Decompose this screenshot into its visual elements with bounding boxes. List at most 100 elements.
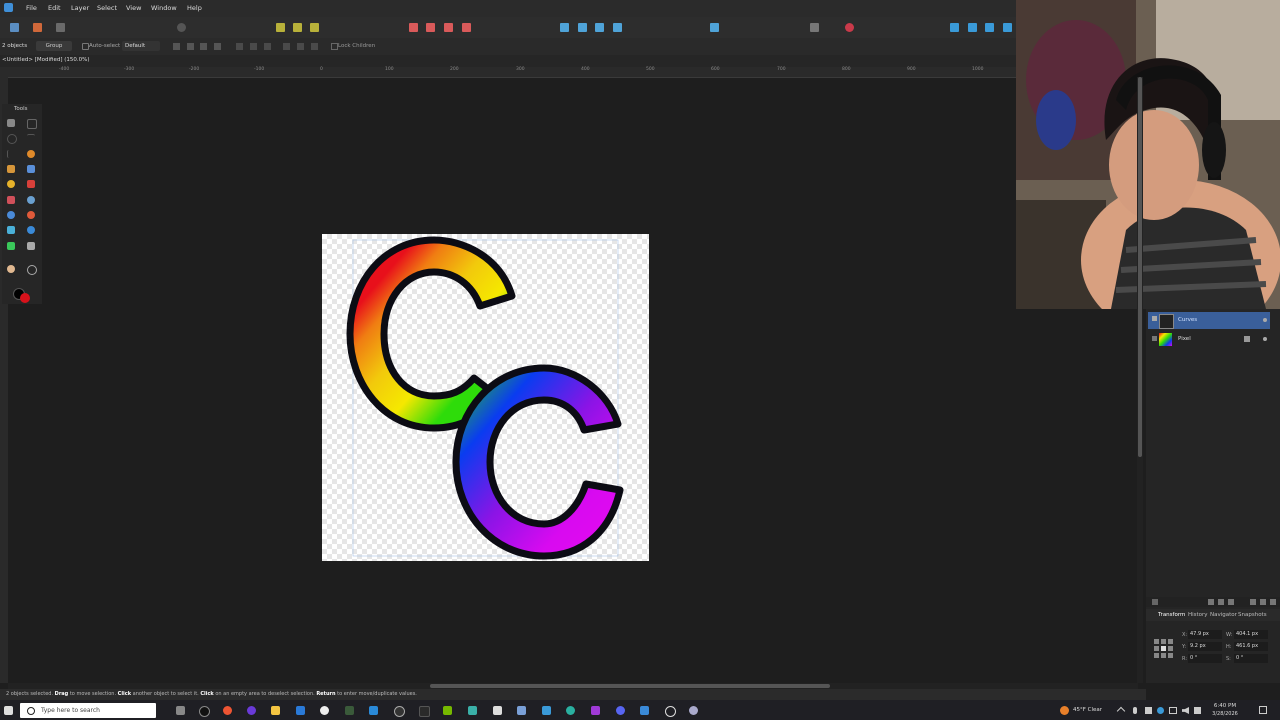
app-icon-teal[interactable]	[468, 706, 477, 715]
menu-edit[interactable]: Edit	[48, 4, 61, 12]
merge-icon[interactable]	[1260, 599, 1266, 605]
clone-tool-icon[interactable]	[7, 226, 15, 234]
clock-time[interactable]: 6:40 PM	[1209, 703, 1241, 709]
calculator-icon[interactable]	[517, 706, 526, 715]
align-right-icon[interactable]	[264, 43, 271, 50]
align-left-icon[interactable]	[236, 43, 243, 50]
align-top-icon[interactable]	[283, 43, 290, 50]
browser-icon[interactable]	[223, 706, 232, 715]
transform-shear-field[interactable]: 0 °	[1234, 654, 1268, 663]
photo-app-icon[interactable]	[591, 706, 600, 715]
transform-y-field[interactable]: 9.2 px	[1188, 642, 1222, 651]
magic-wand-icon[interactable]	[27, 165, 35, 173]
pen-tool-icon[interactable]	[7, 242, 15, 250]
burn-tool-icon[interactable]	[27, 211, 35, 219]
flood-fill-icon[interactable]	[7, 180, 15, 188]
transform-x-field[interactable]: 47.9 px	[1188, 630, 1222, 639]
lasso-tool-icon[interactable]	[27, 150, 35, 158]
task-view-icon[interactable]	[176, 706, 185, 715]
document-canvas[interactable]	[322, 234, 649, 561]
battery-icon[interactable]	[1194, 707, 1201, 714]
layer-row-pixel[interactable]: Pixel	[1148, 331, 1270, 348]
store-icon[interactable]	[369, 706, 378, 715]
pixel-persona-icon[interactable]	[33, 23, 42, 32]
arrange-front-icon[interactable]	[950, 23, 959, 32]
microphone-icon[interactable]	[1133, 707, 1137, 714]
app-icon-light[interactable]	[493, 706, 502, 715]
weather-text[interactable]: 45°F Clear	[1073, 707, 1102, 713]
edge-icon[interactable]	[296, 706, 305, 715]
flip-horizontal-icon[interactable]	[560, 23, 569, 32]
tab-transform[interactable]: Transform	[1158, 612, 1185, 618]
tab-snapshots[interactable]: Snapshots	[1238, 612, 1267, 618]
weather-icon[interactable]	[1060, 706, 1069, 715]
nvidia-icon[interactable]	[443, 706, 452, 715]
menu-view[interactable]: View	[126, 4, 141, 12]
app-icon-dark[interactable]	[419, 706, 430, 717]
secondary-color-swatch[interactable]	[20, 293, 30, 303]
flip-vertical-icon[interactable]	[578, 23, 587, 32]
rotate-right-icon[interactable]	[613, 23, 622, 32]
auto-select-checkbox[interactable]	[82, 43, 89, 50]
affinity-designer-icon[interactable]	[640, 706, 649, 715]
designer-persona-icon[interactable]	[10, 23, 19, 32]
menu-help[interactable]: Help	[187, 4, 202, 12]
arrange-back-icon[interactable]	[1003, 23, 1012, 32]
transform-mode-icon[interactable]	[173, 43, 180, 50]
transform-origin-icon[interactable]	[810, 23, 819, 32]
bluetooth-icon[interactable]	[1157, 707, 1164, 714]
chevron-up-icon[interactable]	[1116, 706, 1126, 716]
anchor-selector[interactable]	[1154, 639, 1174, 659]
app-logo-icon[interactable]	[4, 3, 13, 12]
align-center-icon[interactable]	[250, 43, 257, 50]
taskbar-search-box[interactable]: Type here to search	[20, 703, 156, 718]
marquee-tool-icon[interactable]	[27, 119, 37, 129]
hand-tool-icon[interactable]	[7, 265, 15, 273]
delete-layer-icon[interactable]	[1270, 599, 1276, 605]
color-replace-icon[interactable]	[27, 196, 35, 204]
auto-select-dropdown[interactable]: Default	[122, 41, 160, 51]
bbox-grid-icon[interactable]	[214, 43, 221, 50]
zoom-tool-icon[interactable]	[27, 265, 37, 275]
visibility-dot-icon[interactable]	[1263, 318, 1267, 322]
volume-icon[interactable]	[1182, 707, 1189, 714]
cc-logo-artwork[interactable]	[322, 234, 649, 561]
boolean-intersect-icon[interactable]	[444, 23, 453, 32]
camera-icon[interactable]	[1145, 707, 1152, 714]
network-icon[interactable]	[1169, 707, 1177, 714]
rotate-left-icon[interactable]	[595, 23, 604, 32]
bbox-icon[interactable]	[187, 43, 194, 50]
ellipse-marquee-icon[interactable]	[7, 134, 17, 144]
expand-icon[interactable]	[1152, 336, 1157, 341]
align-bottom-icon[interactable]	[311, 43, 318, 50]
layer-options-icon[interactable]	[1152, 599, 1158, 605]
vertical-scrollbar[interactable]	[1137, 77, 1143, 683]
boolean-divide-icon[interactable]	[462, 23, 471, 32]
color-swatch-icon[interactable]	[845, 23, 854, 32]
adjustment-icon[interactable]	[1218, 599, 1224, 605]
arrange-backward-icon[interactable]	[985, 23, 994, 32]
vertical-scroll-thumb[interactable]	[1138, 77, 1142, 457]
layer-row-curves[interactable]: Curves	[1148, 312, 1270, 329]
clock-date[interactable]: 3/28/2026	[1209, 711, 1241, 717]
notification-icon[interactable]	[1259, 706, 1267, 714]
move-tool-icon[interactable]	[7, 119, 15, 127]
github-icon[interactable]	[320, 706, 329, 715]
transform-rotation-field[interactable]: 0 °	[1188, 654, 1222, 663]
snap-icon[interactable]	[276, 23, 285, 32]
file-explorer-icon[interactable]	[271, 706, 280, 715]
snap-grid-icon[interactable]	[310, 23, 319, 32]
align-icon[interactable]	[710, 23, 719, 32]
menu-layer[interactable]: Layer	[71, 4, 89, 12]
horizontal-scroll-thumb[interactable]	[430, 684, 830, 688]
column-marquee-icon[interactable]	[7, 150, 16, 158]
blur-tool-icon[interactable]	[27, 226, 35, 234]
menu-window[interactable]: Window	[151, 4, 177, 12]
menu-file[interactable]: File	[26, 4, 37, 12]
dodge-tool-icon[interactable]	[7, 211, 15, 219]
snap-options-icon[interactable]	[293, 23, 302, 32]
mask-icon[interactable]	[1228, 599, 1234, 605]
boolean-add-icon[interactable]	[409, 23, 418, 32]
pencil-tool-icon[interactable]	[7, 196, 15, 204]
group-button[interactable]: Group	[36, 41, 72, 51]
